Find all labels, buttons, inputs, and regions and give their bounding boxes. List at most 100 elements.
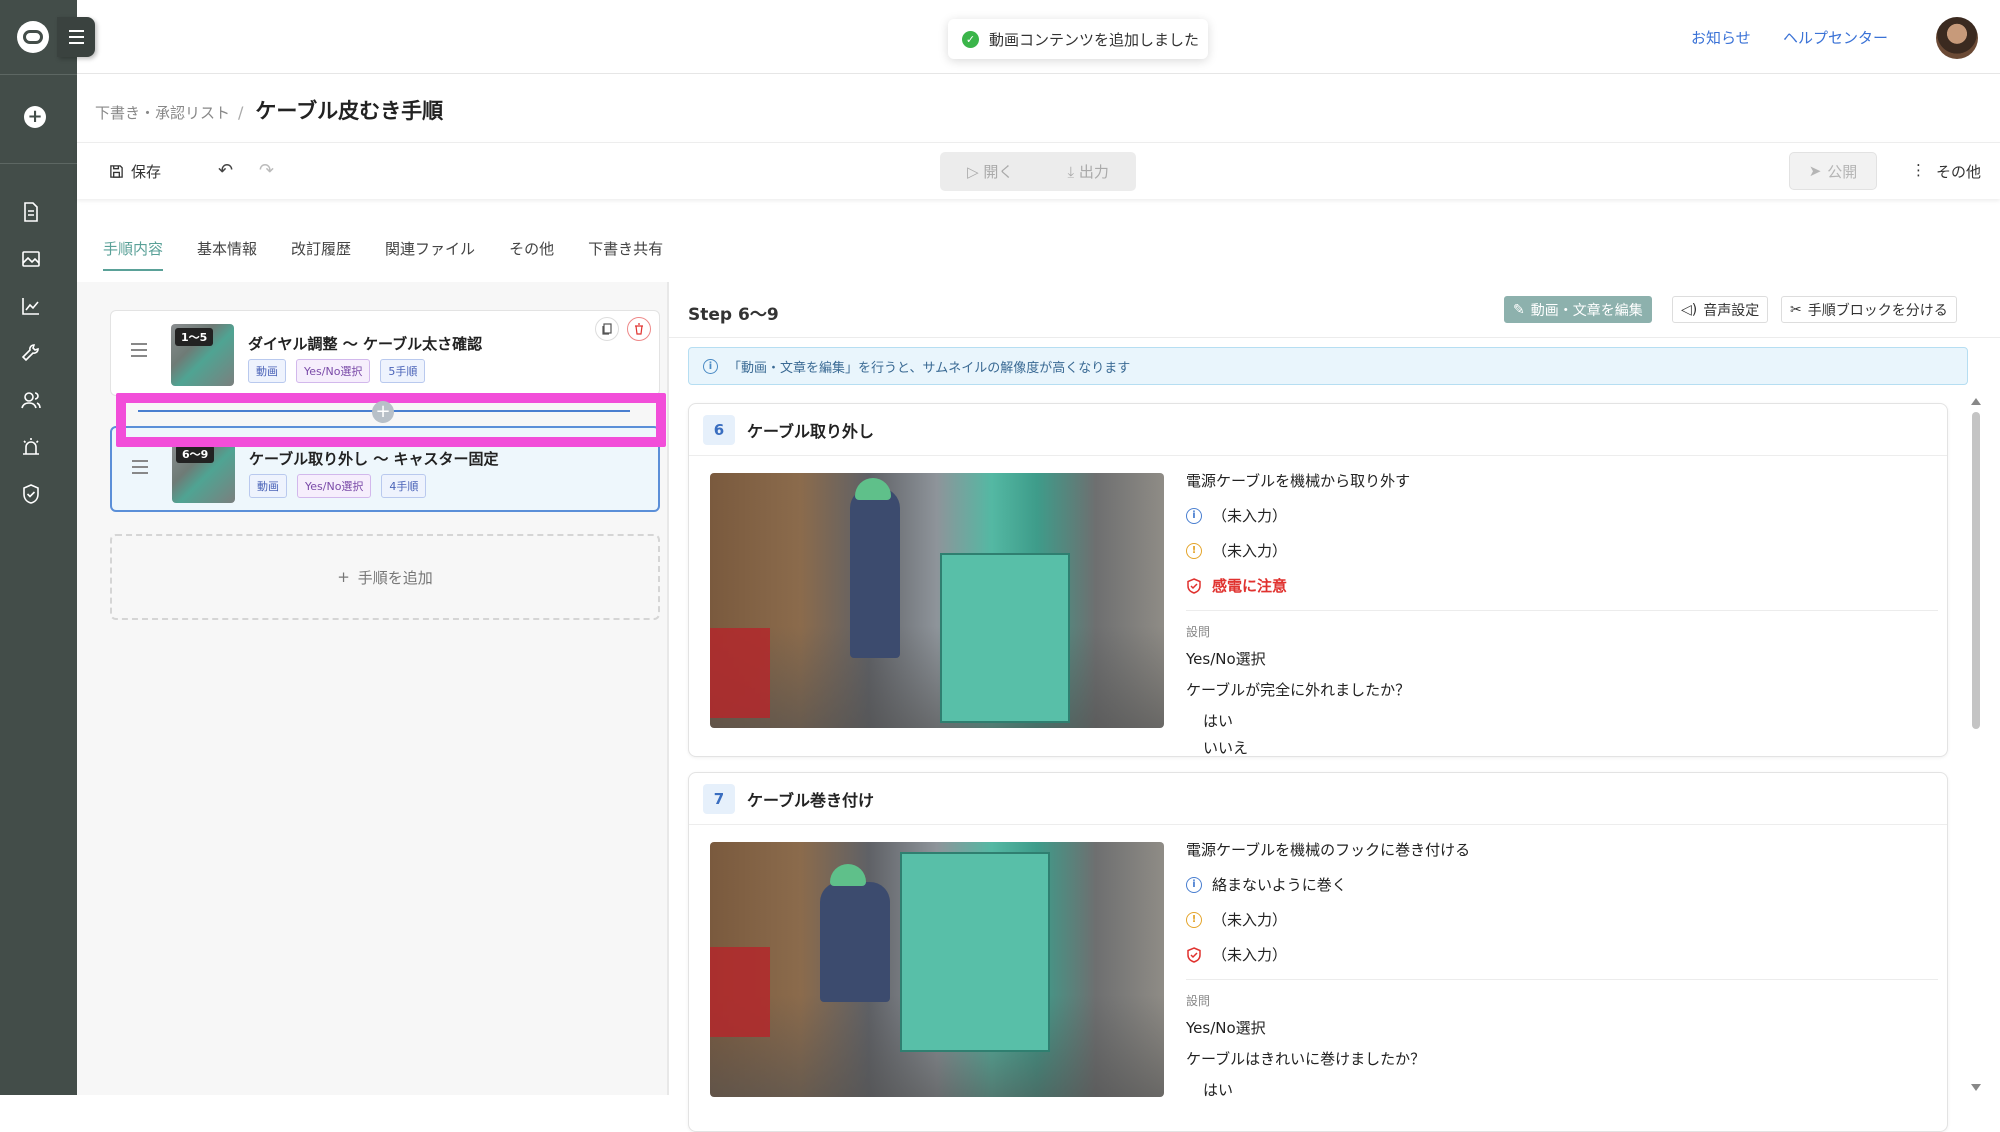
tab-revision-history[interactable]: 改訂履歴 xyxy=(291,238,351,271)
add-icon[interactable]: + xyxy=(24,106,46,128)
publish-button[interactable]: ➤ 公開 xyxy=(1789,152,1877,190)
copy-icon[interactable] xyxy=(595,317,619,341)
tag-yesno: Yes/No選択 xyxy=(296,359,371,383)
step-card-header: 7 ケーブル巻き付け xyxy=(689,773,1947,825)
question-type: Yes/No選択 xyxy=(1186,650,1266,668)
scroll-up-arrow-icon[interactable] xyxy=(1971,398,1981,405)
step-main-text: 電源ケーブルを機械から取り外す xyxy=(1186,472,1411,490)
user-avatar[interactable] xyxy=(1936,17,1978,59)
block-title: ケーブル取り外し 〜 キャスター固定 xyxy=(249,450,499,468)
export-label: 出力 xyxy=(1078,163,1109,181)
more-menu-button[interactable]: ⋮ その他 xyxy=(1911,161,1981,182)
step-card[interactable]: 6 ケーブル取り外し 電源ケーブルを機械から取り外す i （未入力） ! （未入… xyxy=(688,403,1948,757)
step-range-badge: 6～9 xyxy=(176,445,215,463)
warning-icon: ! xyxy=(1186,542,1202,559)
undo-icon[interactable]: ↶ xyxy=(218,160,233,181)
step-card-header: 6 ケーブル取り外し xyxy=(689,404,1947,456)
tab-basic-info[interactable]: 基本情報 xyxy=(197,238,257,271)
drag-handle-icon[interactable] xyxy=(132,460,148,478)
panel-divider[interactable] xyxy=(667,282,669,1095)
scrollbar-thumb[interactable] xyxy=(1972,412,1980,729)
chart-icon[interactable] xyxy=(20,295,42,317)
scroll-down-arrow-icon[interactable] xyxy=(1971,1084,1981,1091)
shield-icon xyxy=(1186,946,1202,963)
step-range-badge: 1～5 xyxy=(175,328,214,346)
tag-step-count: 4手順 xyxy=(381,474,427,498)
answer-option: はい xyxy=(1203,712,1234,730)
audio-settings-button[interactable]: ◁) 音声設定 xyxy=(1672,296,1769,323)
app-logo[interactable] xyxy=(17,21,49,53)
step-warning: （未入力） xyxy=(1212,542,1288,560)
insert-plus-icon[interactable]: + xyxy=(372,401,394,423)
document-icon[interactable] xyxy=(20,201,42,223)
info-icon: i xyxy=(1186,507,1202,524)
tag-yesno: Yes/No選択 xyxy=(297,474,372,498)
users-icon[interactable] xyxy=(20,389,42,411)
step-number: 7 xyxy=(703,783,735,814)
redo-icon[interactable]: ↷ xyxy=(259,160,274,181)
step-details: 電源ケーブルを機械から取り外す i （未入力） ! （未入力） 感電に注意 設問… xyxy=(1186,470,1938,764)
drag-handle-icon[interactable] xyxy=(131,343,147,361)
step-range-title: Step 6～9 xyxy=(688,305,779,325)
publish-label: 公開 xyxy=(1827,162,1858,181)
edit-video-text-button[interactable]: ✎ 動画・文章を編集 xyxy=(1504,296,1652,323)
step-main-text: 電源ケーブルを機械のフックに巻き付ける xyxy=(1186,841,1471,859)
alarm-icon[interactable] xyxy=(20,436,42,458)
preview-export-group: ▷ 開く ⤓ 出力 xyxy=(940,152,1136,191)
insert-position-highlight xyxy=(116,393,666,447)
plus-icon: + xyxy=(337,568,350,586)
question-label: 設問 xyxy=(1186,994,1211,1008)
save-label: 保存 xyxy=(131,163,162,181)
tab-step-content[interactable]: 手順内容 xyxy=(103,238,164,271)
pencil-icon: ✎ xyxy=(1513,301,1525,318)
help-center-link[interactable]: ヘルプセンター xyxy=(1783,27,1888,48)
tag-video: 動画 xyxy=(249,474,287,498)
breadcrumb-separator: / xyxy=(238,103,244,122)
image-icon[interactable] xyxy=(20,248,42,270)
info-text: 「動画・文章を編集」を行うと、サムネイルの解像度が高くなります xyxy=(728,360,1131,376)
step-block-card[interactable]: 1～5 ダイヤル調整 〜 ケーブル太さ確認 動画 Yes/No選択 5手順 xyxy=(110,310,660,396)
save-button[interactable]: 保存 xyxy=(109,161,161,182)
success-toast: ✓ 動画コンテンツを追加しました xyxy=(948,19,1208,59)
sidebar-divider xyxy=(0,163,77,164)
step-card[interactable]: 7 ケーブル巻き付け 電源ケーブルを機械のフックに巻き付ける i 絡まないように… xyxy=(688,772,1948,1132)
step-video-thumbnail[interactable] xyxy=(710,842,1164,1097)
wrench-icon[interactable] xyxy=(20,342,42,364)
step-warning: （未入力） xyxy=(1212,911,1288,929)
block-tags: 動画 Yes/No選択 5手順 xyxy=(248,359,426,383)
export-button[interactable]: ⤓ 出力 xyxy=(1068,161,1109,182)
page-title: ケーブル皮むき手順 xyxy=(255,99,444,123)
question-text: ケーブルが完全に外れましたか？ xyxy=(1186,681,1411,699)
sidebar: + xyxy=(0,0,77,1095)
delete-icon[interactable] xyxy=(627,317,651,341)
split-block-button[interactable]: ✂ 手順ブロックを分ける xyxy=(1781,296,1957,323)
add-step-button[interactable]: + 手順を追加 xyxy=(110,534,660,620)
save-icon xyxy=(110,165,123,178)
open-label: 開く xyxy=(983,163,1014,181)
step-video-thumbnail[interactable] xyxy=(710,473,1164,728)
question-text: ケーブルはきれいに巻けましたか？ xyxy=(1186,1050,1426,1068)
section-divider xyxy=(669,337,2000,338)
question-type: Yes/No選択 xyxy=(1186,1019,1266,1037)
news-link[interactable]: お知らせ xyxy=(1691,27,1751,48)
tab-other[interactable]: その他 xyxy=(509,238,554,271)
info-icon: i xyxy=(1186,876,1202,893)
speaker-icon: ◁) xyxy=(1681,301,1698,318)
tab-related-files[interactable]: 関連ファイル xyxy=(385,238,475,271)
tab-draft-share[interactable]: 下書き共有 xyxy=(588,238,663,271)
block-thumbnail: 1～5 xyxy=(171,324,234,386)
open-button[interactable]: ▷ 開く xyxy=(967,161,1013,182)
breadcrumb-parent-link[interactable]: 下書き・承認リスト xyxy=(95,102,230,123)
answer-option: いいえ xyxy=(1203,739,1249,757)
step-details: 電源ケーブルを機械のフックに巻き付ける i 絡まないように巻く ! （未入力） … xyxy=(1186,839,1938,1106)
sidebar-divider xyxy=(0,74,77,75)
add-step-label: 手順を追加 xyxy=(357,568,433,587)
block-tags: 動画 Yes/No選択 4手順 xyxy=(249,474,427,498)
breadcrumb: 下書き・承認リスト / ケーブル皮むき手順 xyxy=(95,95,443,125)
shield-check-icon[interactable] xyxy=(20,483,42,505)
send-icon: ➤ xyxy=(1808,162,1822,180)
top-header: ✓ 動画コンテンツを追加しました お知らせ ヘルプセンター xyxy=(77,0,2000,74)
answer-option: はい xyxy=(1203,1081,1234,1099)
step-title: ケーブル取り外し xyxy=(747,421,875,441)
step-safety: （未入力） xyxy=(1212,946,1288,964)
